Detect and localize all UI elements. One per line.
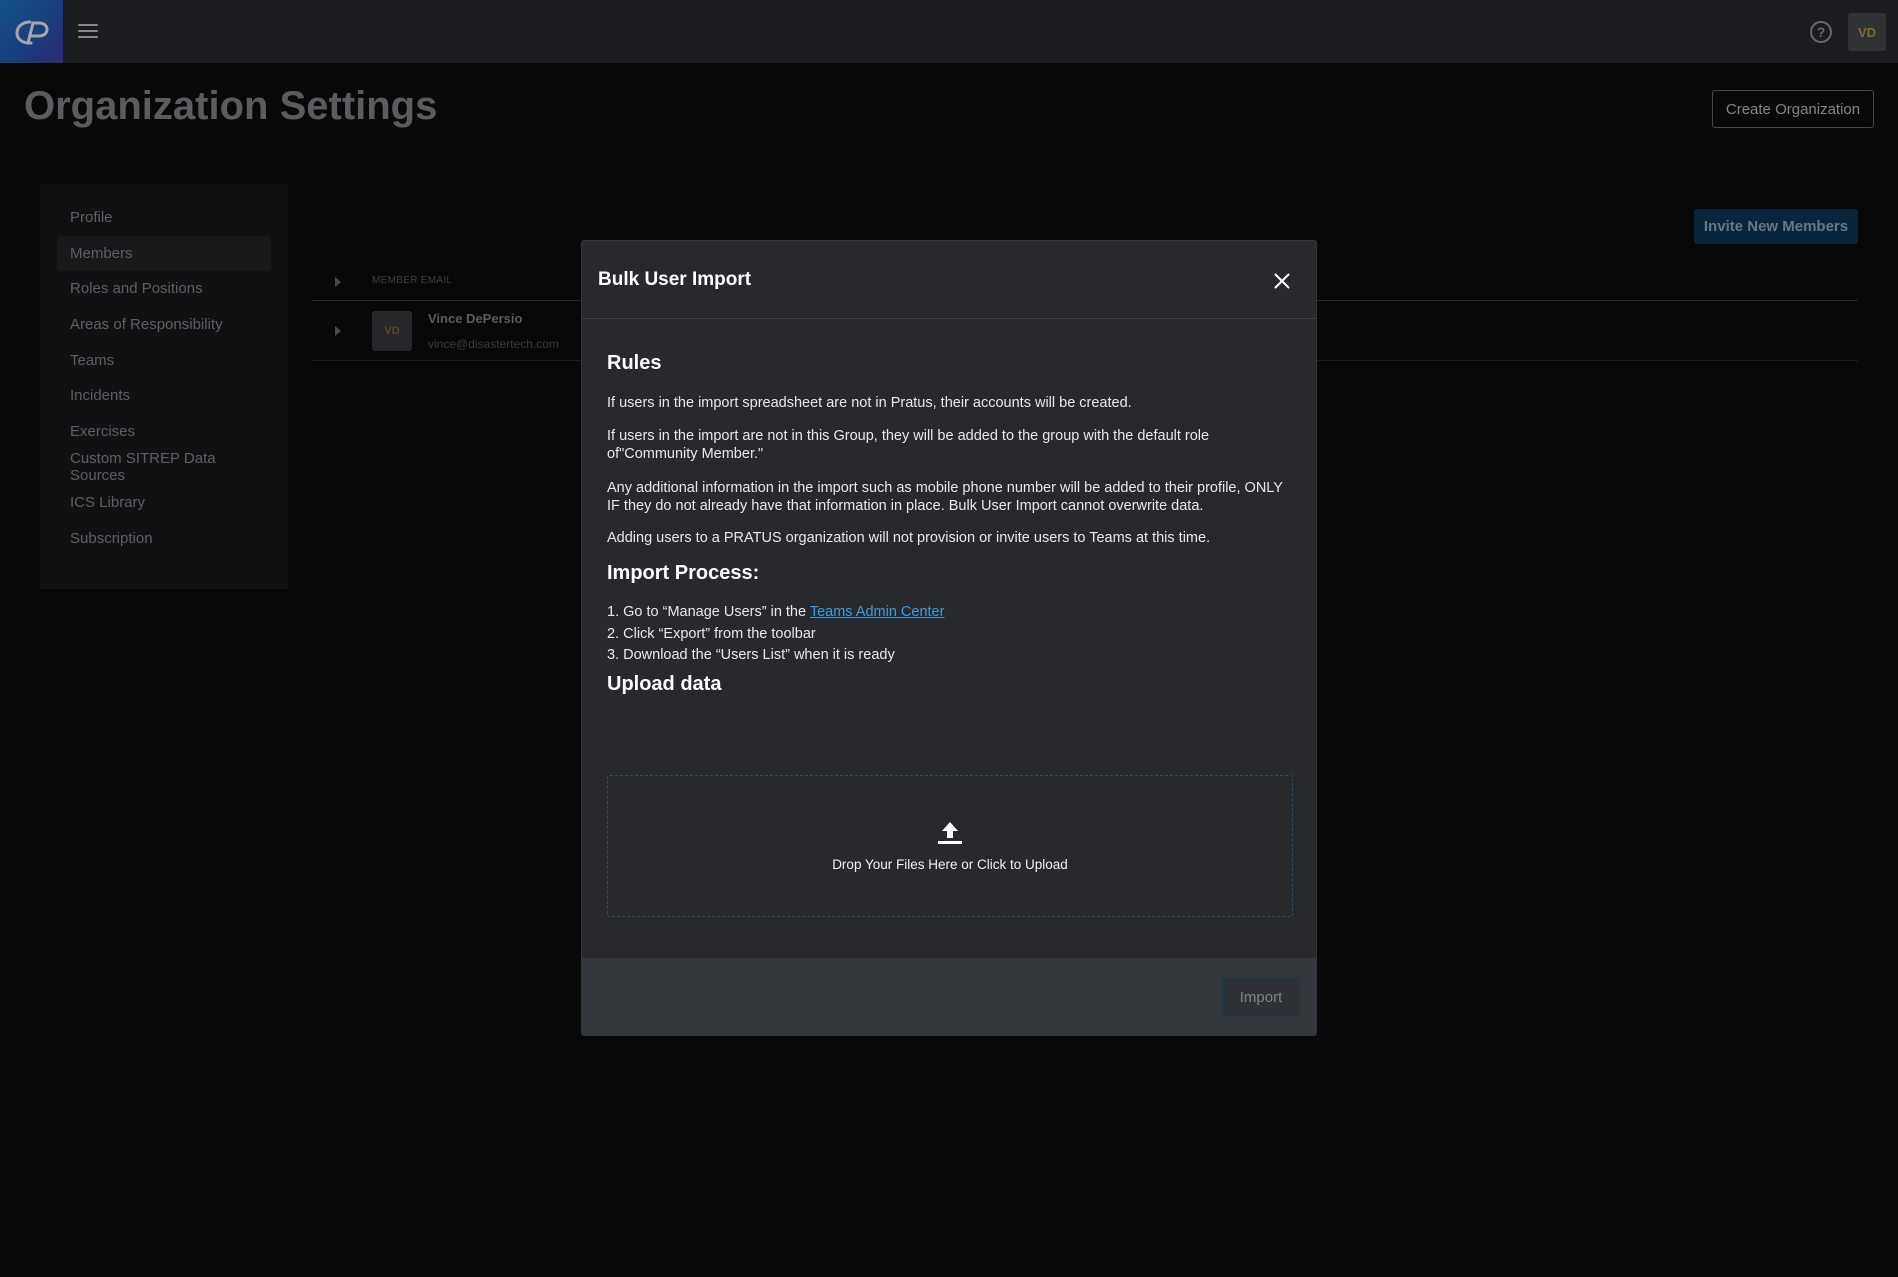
rules-heading: Rules [607, 352, 662, 374]
dropzone-label: Drop Your Files Here or Click to Upload [832, 857, 1068, 872]
import-step: 1. Go to “Manage Users” in the Teams Adm… [607, 602, 1293, 624]
rule-text: Adding users to a PRATUS organization wi… [607, 530, 1211, 546]
import-button[interactable]: Import [1222, 977, 1300, 1017]
close-icon[interactable] [1264, 263, 1300, 299]
teams-admin-center-link[interactable]: Teams Admin Center [810, 604, 945, 620]
import-step: 2. Click “Export” from the toolbar [607, 625, 816, 642]
upload-arrow-icon [936, 820, 964, 851]
import-steps-list: 1. Go to “Manage Users” in the Teams Adm… [607, 602, 1293, 667]
upload-data-heading: Upload data [607, 673, 722, 695]
rule-text: Any additional information in the import… [607, 480, 1283, 514]
file-dropzone[interactable]: Drop Your Files Here or Click to Upload [607, 775, 1293, 917]
import-step: 3. Download the “Users List” when it is … [607, 647, 895, 663]
rule-text: If users in the import are not in this G… [607, 428, 1210, 462]
dialog-header: Bulk User Import [582, 241, 1316, 319]
import-process-heading: Import Process: [607, 562, 760, 584]
rule-text: If users in the import spreadsheet are n… [607, 395, 1132, 411]
bulk-user-import-dialog: Bulk User Import Rules If users in the i… [581, 240, 1317, 1036]
step-text: 1. Go to “Manage Users” in the [607, 604, 810, 620]
dialog-footer: Import [582, 958, 1316, 1035]
dialog-title: Bulk User Import [598, 269, 752, 290]
